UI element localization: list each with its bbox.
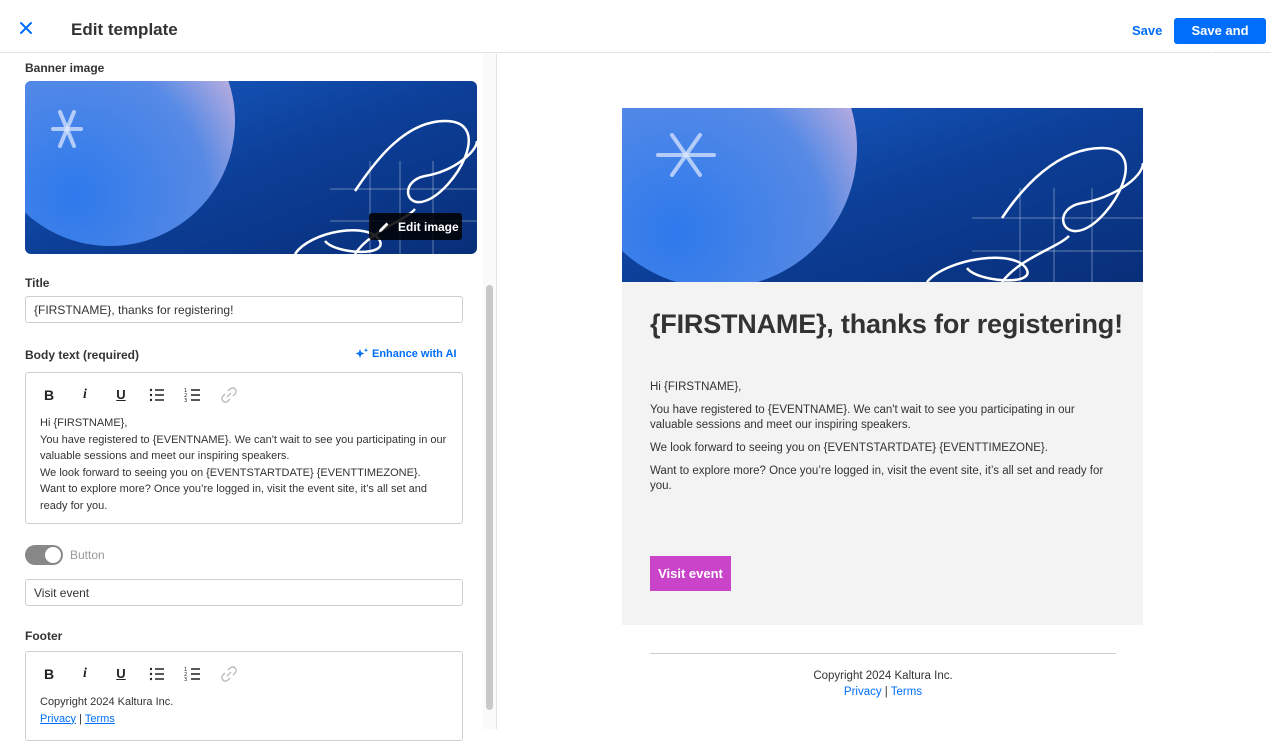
preview-body: Hi {FIRSTNAME}, You have registered to {… xyxy=(650,380,1120,502)
preview-paragraph: Hi {FIRSTNAME}, xyxy=(650,381,742,393)
title-input[interactable]: {FIRSTNAME}, thanks for registering! xyxy=(25,296,463,323)
svg-text:3: 3 xyxy=(184,398,187,404)
button-toggle[interactable] xyxy=(25,545,63,565)
preview-paragraph: You have registered to {EVENTNAME}. We c… xyxy=(650,404,1075,431)
enhance-with-ai-button[interactable]: Enhance with AI xyxy=(355,348,457,360)
preview-footer-separator: | xyxy=(881,686,891,698)
page-title: Edit template xyxy=(71,20,178,39)
body-line: Want to explore more? Once you’re logged… xyxy=(40,483,428,495)
preview-paragraph: We look forward to seeing you on {EVENTS… xyxy=(650,442,1048,454)
body-text-editor[interactable]: B i U 1 2 3 Hi {FIRSTNAME}, You have reg… xyxy=(25,372,463,524)
body-line: valuable sessions and meet our inspiring… xyxy=(40,450,290,462)
save-and-close-button[interactable]: Save and close xyxy=(1174,18,1266,64)
panel-divider xyxy=(496,54,497,729)
body-line: You have registered to {EVENTNAME}. We c… xyxy=(40,433,447,446)
body-text-label: Body text (required) xyxy=(25,348,140,362)
italic-button[interactable]: i xyxy=(75,664,95,684)
banner-image-label: Banner image xyxy=(25,61,105,75)
bold-button[interactable]: B xyxy=(39,385,59,405)
close-icon[interactable] xyxy=(18,20,34,36)
footer-label: Footer xyxy=(25,629,63,643)
preview-visit-event-button[interactable]: Visit event xyxy=(650,556,731,591)
footer-links: Privacy | Terms xyxy=(40,711,455,728)
preview-footer-links: Privacy | Terms xyxy=(650,684,1116,700)
save-button[interactable]: Save xyxy=(1132,23,1162,38)
numbered-list-icon[interactable]: 1 2 3 xyxy=(183,385,203,405)
enhance-label: Enhance with AI xyxy=(372,348,457,360)
link-icon[interactable] xyxy=(219,664,239,684)
toggle-knob xyxy=(45,547,61,563)
preview-copyright: Copyright 2024 Kaltura Inc. xyxy=(813,670,953,682)
terms-link[interactable]: Terms xyxy=(85,713,115,725)
svg-text:3: 3 xyxy=(184,677,187,683)
button-label-input[interactable]: Visit event xyxy=(25,579,463,606)
preview-banner-image xyxy=(622,108,1143,282)
button-toggle-label: Button xyxy=(70,548,105,562)
preview-paragraph: Want to explore more? Once you’re logged… xyxy=(650,465,1104,492)
italic-button[interactable]: i xyxy=(75,385,95,405)
bullet-list-icon[interactable] xyxy=(147,385,167,405)
body-text-content: Hi {FIRSTNAME}, You have registered to {… xyxy=(40,415,455,514)
body-line: We look forward to seeing you on {EVENTS… xyxy=(40,466,421,479)
underline-button[interactable]: U xyxy=(111,664,131,684)
privacy-link[interactable]: Privacy xyxy=(40,713,76,725)
numbered-list-icon[interactable]: 1 2 3 xyxy=(183,664,203,684)
sparkle-icon xyxy=(355,348,369,358)
preview-terms-link[interactable]: Terms xyxy=(891,686,922,698)
email-preview-card: {FIRSTNAME}, thanks for registering! Hi … xyxy=(622,282,1143,625)
top-bar: Edit template Save Save and close xyxy=(0,0,1271,64)
edit-image-button[interactable]: Edit image xyxy=(369,213,462,240)
edit-image-label: Edit image xyxy=(398,220,459,234)
title-label: Title xyxy=(25,276,50,290)
bullet-list-icon[interactable] xyxy=(147,664,167,684)
body-line: Hi {FIRSTNAME}, xyxy=(40,417,128,429)
body-line: ready for you. xyxy=(40,499,108,512)
preview-footer: Copyright 2024 Kaltura Inc. Privacy | Te… xyxy=(650,668,1116,700)
preview-footer-divider xyxy=(650,653,1116,654)
underline-button[interactable]: U xyxy=(111,385,131,405)
pencil-icon xyxy=(379,222,389,232)
preview-title: {FIRSTNAME}, thanks for registering! xyxy=(650,309,1123,339)
preview-privacy-link[interactable]: Privacy xyxy=(844,686,882,698)
footer-content: Copyright 2024 Kaltura Inc. Privacy | Te… xyxy=(40,694,455,727)
footer-copyright: Copyright 2024 Kaltura Inc. xyxy=(40,696,174,708)
footer-editor[interactable]: B i U 1 2 3 Copyright 2024 Kaltura Inc. … xyxy=(25,651,463,741)
link-icon[interactable] xyxy=(219,385,239,405)
bold-button[interactable]: B xyxy=(39,664,59,684)
footer-separator: | xyxy=(76,712,85,725)
form-scrollbar-thumb[interactable] xyxy=(486,285,493,710)
